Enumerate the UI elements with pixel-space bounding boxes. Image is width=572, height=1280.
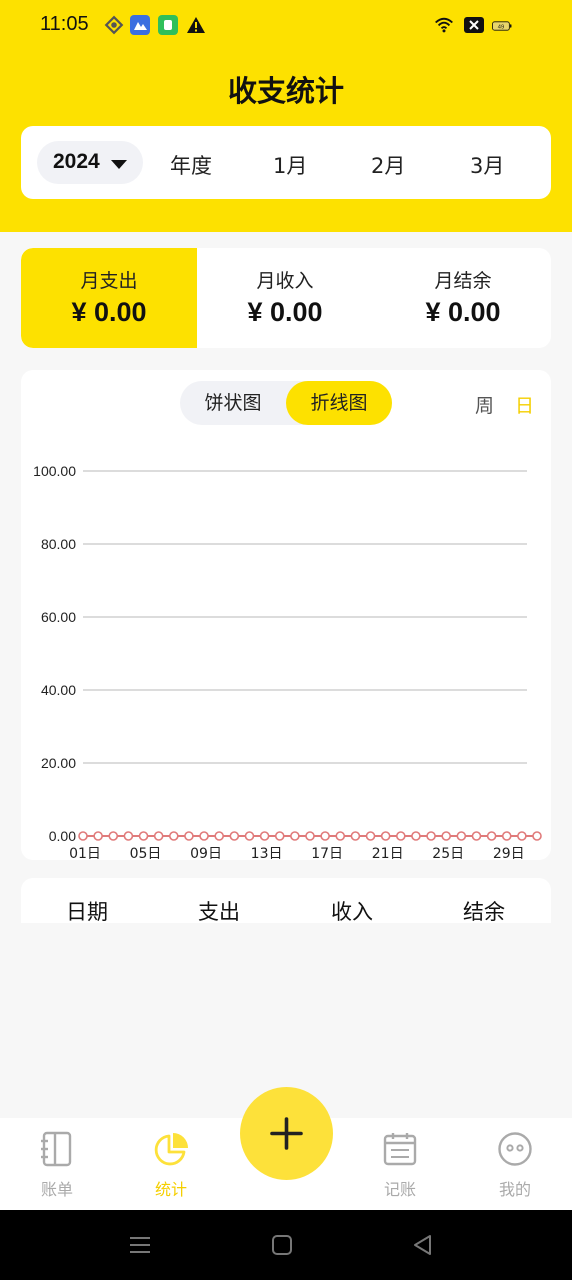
x-tick-label: 21日 (372, 846, 404, 860)
income-summary[interactable]: 月收入 ¥ 0.00 (197, 248, 373, 348)
balance-value: ¥ 0.00 (425, 297, 501, 327)
data-point[interactable] (229, 831, 240, 841)
tab-statistics-label: 统计 (154, 1180, 187, 1199)
data-point[interactable] (259, 831, 270, 841)
tab-statistics[interactable]: 统计 (114, 1118, 228, 1210)
data-point[interactable] (78, 831, 88, 841)
x-tick-label: 13日 (251, 846, 283, 860)
page-title: 收支统计 (227, 74, 344, 108)
shield-app-icon (158, 15, 178, 35)
data-point[interactable] (380, 831, 391, 841)
back-icon[interactable] (411, 1233, 433, 1257)
data-point[interactable] (486, 831, 497, 841)
caret-down-icon (111, 160, 127, 169)
x-tick-label: 29日 (493, 846, 525, 860)
data-point[interactable] (199, 831, 209, 841)
y-tick-label: 80.00 (41, 536, 76, 552)
tab-annual[interactable]: 年度 (170, 150, 212, 180)
line-chart: 100.00 80.00 60.00 40.00 20.00 0.00 01日 05日 09日 1… (33, 463, 542, 860)
menu-icon[interactable] (128, 1234, 152, 1256)
data-point[interactable] (169, 831, 179, 841)
y-tick-label: 20.00 (41, 755, 76, 771)
expense-label: 月支出 (80, 270, 138, 292)
system-nav-bar (0, 1210, 572, 1280)
app-notification-icon (130, 15, 150, 35)
data-point[interactable] (305, 831, 315, 841)
data-point[interactable] (471, 831, 482, 841)
y-tick-label: 60.00 (41, 609, 76, 625)
balance-label: 月结余 (434, 270, 492, 292)
data-point[interactable] (350, 831, 361, 841)
year-value: 2024 (53, 150, 100, 173)
column-income: 收入 (331, 900, 373, 924)
data-point[interactable] (365, 831, 376, 841)
pie-chart-icon (154, 1133, 188, 1166)
period-selector: 2024 年度 1月 2月 3月 (21, 126, 551, 199)
data-point[interactable] (456, 831, 467, 841)
tab-profile-label: 我的 (498, 1180, 531, 1199)
data-point[interactable] (517, 831, 527, 841)
bill-book-icon (41, 1131, 72, 1167)
tab-bills-label: 账单 (40, 1180, 73, 1199)
chart-card: 饼状图 折线图 周 日 100.00 80.00 60.00 40.00 20.00 0.… (21, 370, 551, 860)
data-point[interactable] (93, 831, 103, 841)
status-time: 11:05 (40, 13, 89, 35)
data-point[interactable] (274, 831, 285, 841)
data-point[interactable] (123, 831, 134, 841)
home-icon[interactable] (271, 1234, 293, 1256)
daily-table: 日期 支出 收入 结余 (21, 878, 551, 924)
data-point[interactable] (426, 831, 436, 841)
data-point[interactable] (411, 831, 421, 841)
calendar-icon (383, 1133, 417, 1166)
data-point[interactable] (184, 831, 194, 841)
tab-bills[interactable]: 账单 (0, 1118, 114, 1210)
data-point[interactable] (320, 831, 330, 841)
expense-summary[interactable]: 月支出 ¥ 0.00 (21, 248, 197, 348)
y-tick-label: 100.00 (33, 463, 76, 479)
x-tick-label: 01日 (69, 846, 101, 860)
data-point[interactable] (138, 831, 149, 841)
data-point[interactable] (214, 831, 224, 841)
balance-summary[interactable]: 月结余 ¥ 0.00 (375, 248, 551, 348)
data-point[interactable] (501, 831, 512, 841)
no-sim-icon (464, 17, 484, 33)
battery-icon: 49 (492, 21, 512, 31)
x-tick-label: 17日 (311, 846, 343, 860)
data-point[interactable] (290, 831, 300, 841)
data-point[interactable] (441, 831, 452, 841)
column-expense: 支出 (198, 900, 240, 924)
income-value: ¥ 0.00 (247, 297, 323, 327)
tab-march[interactable]: 3月 (470, 150, 504, 180)
monthly-summary: 月支出 ¥ 0.00 月收入 ¥ 0.00 月结余 ¥ 0.00 (21, 248, 551, 348)
tab-record[interactable]: 记账 (343, 1118, 457, 1210)
x-tick-label: 05日 (130, 846, 162, 860)
data-point[interactable] (108, 831, 119, 841)
warning-icon (187, 17, 205, 33)
y-tick-label: 0.00 (49, 828, 76, 844)
x-tick-label: 25日 (432, 846, 464, 860)
x-tick-label: 09日 (190, 846, 222, 860)
data-point[interactable] (532, 831, 542, 841)
data-point[interactable] (395, 831, 406, 841)
profile-face-icon (498, 1132, 532, 1166)
add-record-button[interactable] (240, 1087, 333, 1180)
income-label: 月收入 (256, 270, 314, 292)
expense-value: ¥ 0.00 (71, 297, 147, 327)
column-balance: 结余 (463, 900, 505, 924)
column-date: 日期 (66, 900, 108, 924)
tab-record-label: 记账 (383, 1180, 416, 1199)
y-tick-label: 40.00 (41, 682, 76, 698)
status-bar: 11:05 49 (0, 0, 572, 50)
year-dropdown[interactable]: 2024 (37, 141, 143, 184)
wifi-icon (435, 17, 453, 33)
tab-profile[interactable]: 我的 (458, 1118, 572, 1210)
data-point[interactable] (335, 831, 346, 841)
location-icon (104, 15, 124, 35)
data-point[interactable] (153, 831, 164, 841)
battery-level: 49 (498, 24, 504, 30)
tab-january[interactable]: 1月 (273, 150, 307, 180)
plus-icon (270, 1117, 303, 1150)
data-point[interactable] (244, 831, 255, 841)
tab-february[interactable]: 2月 (371, 150, 405, 180)
